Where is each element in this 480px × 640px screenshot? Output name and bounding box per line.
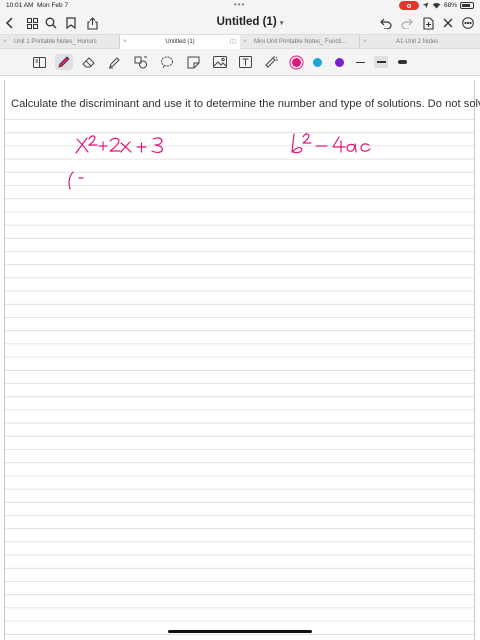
color-swatch-purple[interactable] xyxy=(335,58,344,67)
stroke-medium[interactable] xyxy=(374,56,388,68)
close-tab-icon[interactable]: × xyxy=(123,35,127,49)
document-title[interactable]: Untitled (1) ▾ xyxy=(200,16,300,28)
lasso-icon[interactable] xyxy=(158,54,176,70)
share-icon[interactable] xyxy=(84,15,100,31)
tab-untitled[interactable]: × Untitled (1) ◫ xyxy=(120,35,240,49)
close-tab-icon[interactable]: × xyxy=(363,35,367,49)
nav-bar: Untitled (1) ▾ xyxy=(0,12,480,34)
battery-icon xyxy=(460,2,474,9)
chevron-down-icon: ▾ xyxy=(279,20,284,27)
text-tool-icon[interactable] xyxy=(236,54,254,70)
close-tab-icon[interactable]: × xyxy=(3,35,7,49)
tab-a1-unit-2-notes[interactable]: × A1-Unit 2 Notes xyxy=(360,35,480,49)
tab-unit-1-notes[interactable]: × Unit 1 Printable Notes_ Honors xyxy=(0,35,120,49)
wifi-icon xyxy=(432,2,441,9)
question-text: Calculate the discriminant and use it to… xyxy=(11,98,480,110)
image-icon[interactable] xyxy=(211,54,229,70)
highlighter-icon[interactable] xyxy=(105,54,123,70)
redo-icon[interactable] xyxy=(399,15,415,31)
status-bar: 10:01 AM Mon Feb 7 ••• 68% xyxy=(0,0,480,12)
home-indicator[interactable] xyxy=(168,630,312,633)
multitasking-dots-icon[interactable]: ••• xyxy=(234,0,245,9)
undo-icon[interactable] xyxy=(378,15,394,31)
tool-bar xyxy=(0,49,480,76)
eraser-icon[interactable] xyxy=(80,54,98,70)
color-swatch-blue[interactable] xyxy=(313,58,322,67)
bookmark-icon[interactable] xyxy=(63,15,79,31)
split-view-icon[interactable]: ◫ xyxy=(230,35,236,49)
tab-label: Unit 1 Printable Notes_ Honors xyxy=(14,39,97,45)
stroke-thick[interactable] xyxy=(395,56,409,68)
stroke-thin[interactable] xyxy=(353,56,367,68)
status-time: 10:01 AM xyxy=(6,2,34,9)
ruled-lines xyxy=(5,119,474,635)
tab-label: A1-Unit 2 Notes xyxy=(396,39,439,45)
pen-tool-icon[interactable] xyxy=(55,54,73,70)
location-icon xyxy=(422,2,429,9)
document-title-text: Untitled (1) xyxy=(216,16,277,28)
status-right: 68% xyxy=(398,1,474,10)
back-chevron-icon[interactable] xyxy=(2,15,18,31)
more-options-icon[interactable] xyxy=(460,15,476,31)
search-icon[interactable] xyxy=(43,15,59,31)
document-tabs: × Unit 1 Printable Notes_ Honors × Untit… xyxy=(0,34,480,49)
tab-mini-unit-notes[interactable]: × Mini Unit Printable Notes_ Functi... xyxy=(240,35,360,49)
battery-percent: 68% xyxy=(443,2,457,9)
add-page-icon[interactable] xyxy=(420,15,436,31)
close-tab-icon[interactable]: × xyxy=(243,35,247,49)
laser-pointer-icon[interactable] xyxy=(262,54,280,70)
close-icon[interactable] xyxy=(440,15,456,31)
color-swatch-pink[interactable] xyxy=(292,58,301,67)
sticker-icon[interactable] xyxy=(184,54,202,70)
status-date: Mon Feb 7 xyxy=(37,2,69,9)
shapes-icon[interactable] xyxy=(132,54,150,70)
tab-label: Untitled (1) xyxy=(165,39,195,45)
reader-view-icon[interactable] xyxy=(30,54,48,70)
grid-view-icon[interactable] xyxy=(24,15,40,31)
tab-label: Mini Unit Printable Notes_ Functi... xyxy=(254,39,347,45)
screen-recording-icon[interactable] xyxy=(398,1,419,10)
